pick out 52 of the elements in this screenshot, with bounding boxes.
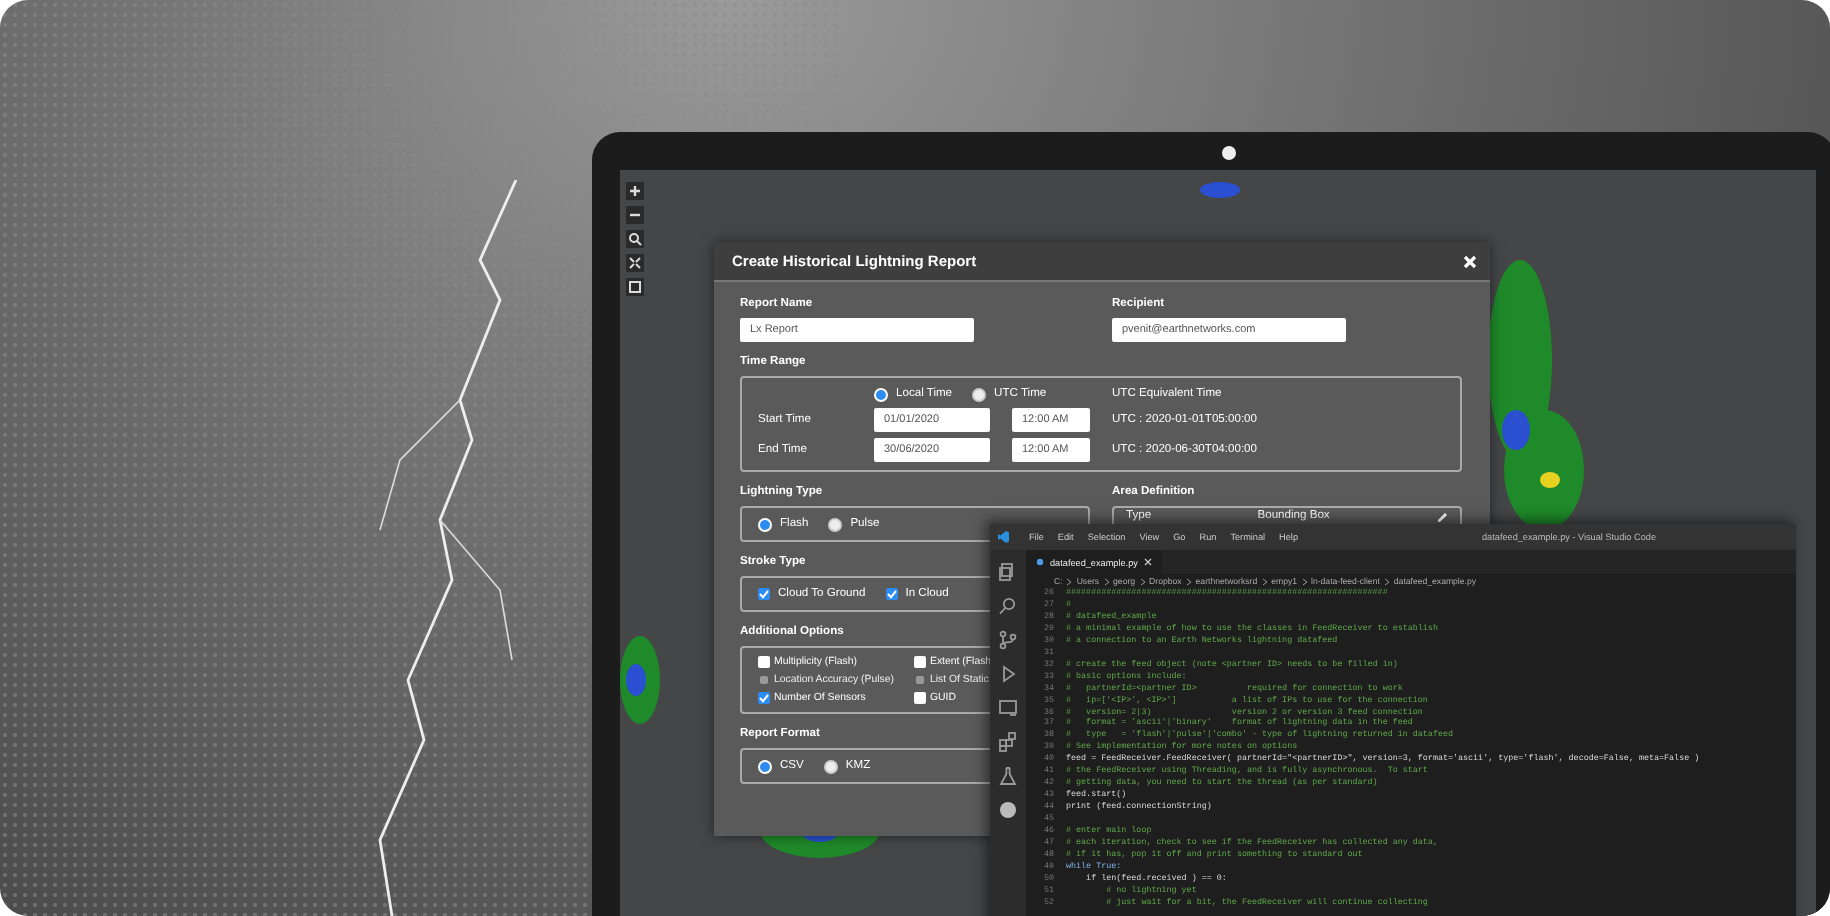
avatar-button[interactable]	[998, 800, 1018, 820]
checkmark-icon	[758, 588, 770, 600]
checkbox[interactable]	[758, 692, 770, 704]
flask-button[interactable]	[998, 766, 1018, 786]
search-icon	[998, 596, 1018, 616]
close-icon	[1143, 558, 1152, 566]
chevron-icon	[1066, 577, 1073, 585]
layers-icon	[626, 278, 644, 296]
avatar-icon	[998, 800, 1018, 820]
camera-icon	[1222, 146, 1236, 160]
python-file-icon	[1036, 558, 1044, 566]
extensions-icon	[998, 732, 1018, 752]
files-icon	[998, 562, 1018, 582]
search-button[interactable]	[998, 596, 1018, 616]
expand-icon	[626, 254, 644, 272]
branch-icon	[998, 630, 1018, 650]
checkbox[interactable]	[914, 656, 926, 668]
editor-logo-icon	[996, 530, 1010, 544]
branch-button[interactable]	[998, 630, 1018, 650]
radar-echo-drawing	[1200, 182, 1240, 198]
chevron-icon	[1301, 577, 1308, 585]
monitor-button[interactable]	[998, 698, 1018, 718]
close-button[interactable]	[1462, 253, 1478, 269]
radio-button[interactable]	[823, 759, 838, 773]
extensions-button[interactable]	[998, 732, 1018, 752]
radio-button[interactable]	[828, 517, 843, 531]
search-button[interactable]	[626, 230, 644, 248]
chevron-icon	[1185, 577, 1192, 585]
monitor-icon	[998, 698, 1018, 718]
close-icon	[1462, 253, 1478, 269]
checkmark-icon	[758, 692, 770, 704]
chevron-icon	[1139, 577, 1146, 585]
checkbox[interactable]	[758, 588, 770, 600]
zoom-in-icon	[626, 182, 644, 200]
checkbox[interactable]	[758, 656, 770, 668]
radio-button[interactable]	[972, 387, 987, 401]
radar-echo-drawing	[620, 636, 660, 724]
checkbox[interactable]	[914, 692, 926, 704]
chevron-icon	[1103, 577, 1110, 585]
flask-icon	[998, 766, 1018, 786]
layers-button[interactable]	[626, 278, 644, 296]
chevron-icon	[1383, 577, 1390, 585]
checkmark-icon	[885, 588, 898, 600]
expand-button[interactable]	[626, 254, 644, 272]
zoom-out-button[interactable]	[626, 206, 644, 224]
play-button[interactable]	[998, 664, 1018, 684]
play-icon	[998, 664, 1018, 684]
checkbox[interactable]	[885, 588, 898, 600]
files-button[interactable]	[998, 562, 1018, 582]
chevron-icon	[1261, 577, 1268, 585]
zoom-in-button[interactable]	[626, 182, 644, 200]
search-icon	[626, 230, 644, 248]
